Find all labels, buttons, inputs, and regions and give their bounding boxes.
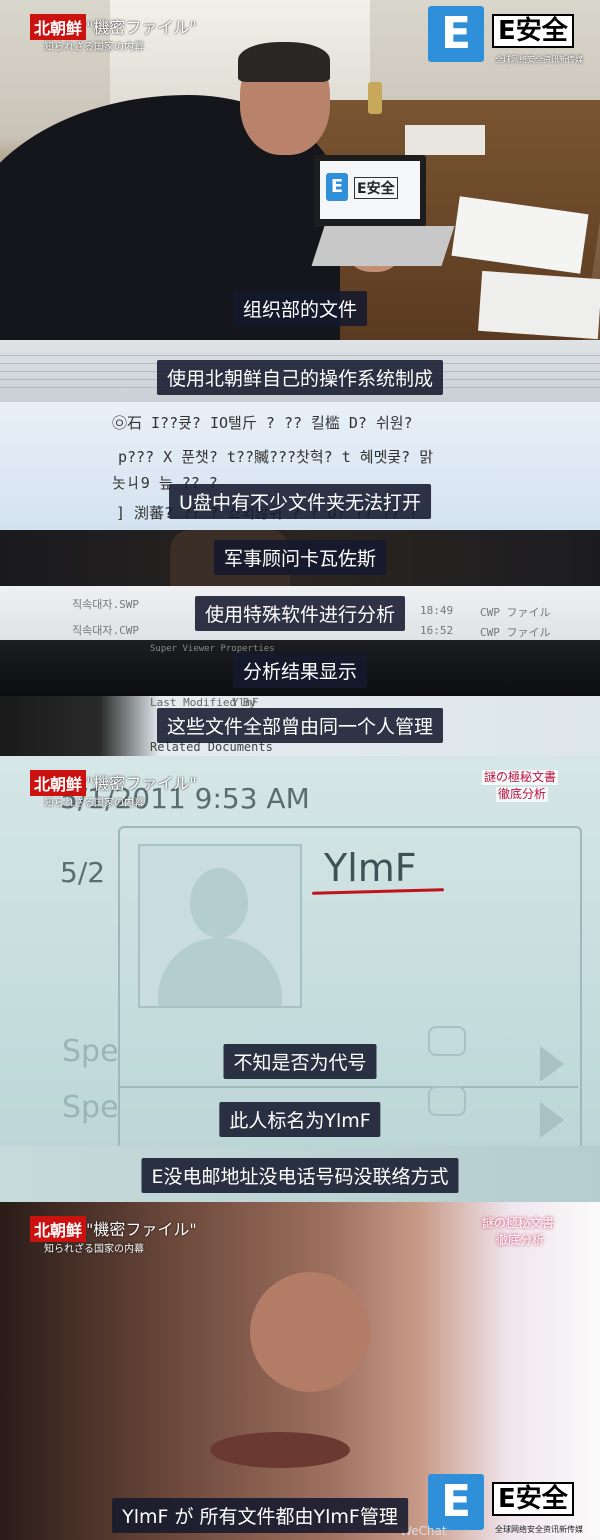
laptop-screen: E E安全 [314, 155, 426, 227]
man-hair [238, 42, 330, 82]
profile-name: YlmF [324, 846, 417, 890]
program-subtitle: 知られざる国家の内幕 [44, 1244, 144, 1255]
avatar-head [190, 868, 248, 938]
avatar [138, 844, 302, 1008]
subtitle-4: 军事顾问卡瓦佐斯 [213, 540, 387, 575]
panel-advisor: 军事顾问卡瓦佐斯 [0, 530, 600, 586]
subtitle-1: 组织部的文件 [232, 291, 368, 326]
program-tag: "機密ファイル" [86, 18, 197, 37]
right-tag-2: 徹底分析 [496, 1233, 545, 1247]
paper [405, 125, 485, 155]
right-tag-1: 謎の極秘文書 [482, 1216, 555, 1230]
face-nose [250, 1272, 370, 1392]
logo-tagline: 全球网络安全资讯新传媒 [495, 1525, 583, 1534]
face-lips [210, 1432, 350, 1468]
panel-face: 北朝鲜 "機密ファイル" 知られざる国家の内幕 謎の極秘文書 徹底分析 E E安… [0, 1202, 600, 1540]
file-row-2-name: 직속대자.CWP [72, 624, 139, 637]
panel-analysis: Super Viewer Properties 分析结果显示 [0, 640, 600, 696]
chat-bubble-icon [428, 1026, 466, 1056]
laptop-logo-icon: E [326, 173, 348, 201]
laptop-keyboard [311, 226, 455, 266]
profile-date-short: 5/2 [60, 856, 106, 889]
subtitle-7: 这些文件全部曾由同一个人管理 [156, 708, 444, 743]
divider [118, 1086, 578, 1088]
file-row-1-time: 18:49 [420, 604, 454, 617]
logo-name: E安全 [492, 14, 574, 48]
right-tag-2: 徹底分析 [496, 787, 549, 802]
bottle [368, 82, 382, 114]
paper [478, 270, 600, 340]
file-row-1-name: 직속대자.SWP [72, 598, 139, 611]
panel-contact: E没电邮地址没电话号码没联络方式 [0, 1146, 600, 1202]
logo-icon: E [428, 1474, 484, 1530]
channel-tag: 北朝鲜 [30, 770, 87, 796]
laptop-logo-name: E安全 [354, 177, 398, 199]
subtitle-11: YlmF が 所有文件都由YlmF管理 [112, 1498, 408, 1533]
subtitle-3: U盘中有不少文件夹无法打开 [169, 484, 431, 519]
garbled-line-1: ㉧石 I??큣? IO탤斤 ? ?? 킬槛 D? 쉬원? [112, 414, 413, 432]
program-subtitle: 知られざる国家の内幕 [44, 42, 144, 53]
file-row-2-type: CWP ファイル [480, 626, 551, 639]
panel-printed-doc: 使用北朝鲜自己的操作系统制成 [0, 340, 600, 402]
program-tag: "機密ファイル" [86, 774, 197, 793]
panel-properties: Last Modified By YlmF Related Documents … [0, 696, 600, 756]
logo-icon: E [428, 6, 484, 62]
profile-row-label-1: Spe [62, 1034, 119, 1069]
subtitle-5: 使用特殊软件进行分析 [194, 596, 406, 631]
logo-tagline: 全球网络安全资讯新传媒 [495, 55, 583, 64]
channel-tag: 北朝鲜 [30, 14, 87, 40]
program-tag: "機密ファイル" [86, 1220, 197, 1239]
subtitle-8: 不知是否为代号 [223, 1044, 377, 1079]
play-icon [540, 1102, 564, 1138]
subtitle-9: 此人标名为YlmF [219, 1102, 381, 1137]
file-row-1-type: CWP ファイル [480, 606, 551, 619]
garbled-line-2: p??? X 푼챗? t??贓???찻혁? t 혜멧쿶? 맑 [118, 448, 434, 466]
panel-profile: 5/1/2011 9:53 AM 5/2 YlmF Spe Spe 北朝鲜 "機… [0, 756, 600, 1200]
channel-tag: 北朝鲜 [30, 1216, 87, 1242]
subtitle-10: E没电邮地址没电话号码没联络方式 [141, 1158, 459, 1193]
subtitle-6: 分析结果显示 [232, 653, 368, 688]
file-row-2-time: 16:52 [420, 624, 454, 637]
subtitle-2: 使用北朝鲜自己的操作系统制成 [156, 360, 444, 395]
profile-row-label-2: Spe [62, 1090, 119, 1125]
panel-file-list: 직속대자.SWP 18:49 CWP ファイル 직속대자.CWP 16:52 C… [0, 586, 600, 640]
play-icon [540, 1046, 564, 1082]
chat-bubble-icon [428, 1086, 466, 1116]
logo-name: E安全 [492, 1482, 574, 1516]
panel-office: E E安全 北朝鲜 "機密ファイル" 知られざる国家の内幕 E E安全 全球网络… [0, 0, 600, 340]
right-tag-1: 謎の極秘文書 [482, 770, 559, 785]
program-subtitle: 知られざる国家の内幕 [44, 798, 144, 809]
avatar-shoulders [158, 938, 282, 1006]
panel-garbled-text: ㉧石 I??큣? IO탤斤 ? ?? 킬槛 D? 쉬원? p??? X 푼챗? … [0, 402, 600, 530]
